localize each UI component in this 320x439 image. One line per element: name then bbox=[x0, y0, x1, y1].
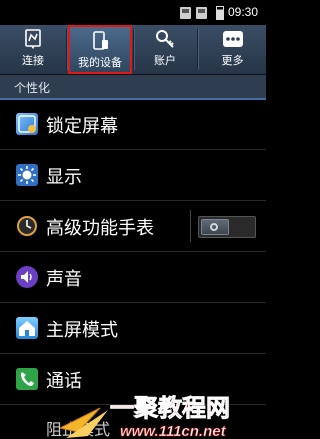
status-bar: 09:30 bbox=[0, 0, 266, 25]
smart-watch-toggle[interactable] bbox=[198, 216, 256, 238]
settings-screen: 09:30 连接 我的设备 账户 更多 个性化 锁定屏幕 显示 高级功能手表 声… bbox=[0, 0, 266, 439]
tab-connections-label: 连接 bbox=[22, 54, 44, 67]
list-item-label: 锁定屏幕 bbox=[46, 116, 118, 137]
tab-my-device[interactable]: 我的设备 bbox=[68, 25, 132, 74]
watermark-brand: 一聚教程网 bbox=[110, 394, 230, 422]
section-header: 个性化 bbox=[0, 75, 266, 98]
tab-accounts[interactable]: 账户 bbox=[134, 25, 196, 74]
tab-connections[interactable]: 连接 bbox=[0, 25, 66, 74]
toggle-divider bbox=[190, 210, 191, 242]
battery-icon bbox=[216, 6, 224, 20]
list-item-lock-screen[interactable]: 锁定屏幕 bbox=[0, 100, 266, 150]
settings-tab-bar: 连接 我的设备 账户 更多 bbox=[0, 25, 266, 75]
display-icon bbox=[16, 164, 38, 186]
status-time: 09:30 bbox=[228, 5, 259, 19]
tab-more[interactable]: 更多 bbox=[199, 25, 266, 74]
tab-accounts-label: 账户 bbox=[154, 54, 176, 67]
accounts-icon bbox=[154, 29, 176, 49]
connections-icon bbox=[22, 29, 44, 49]
site-watermark: 一聚教程网 www.111cn.net bbox=[58, 380, 266, 439]
list-item-sound[interactable]: 声音 bbox=[0, 253, 266, 303]
my-device-icon bbox=[89, 31, 111, 51]
section-title: 个性化 bbox=[14, 81, 51, 95]
home-screen-icon bbox=[16, 317, 38, 339]
call-icon bbox=[16, 368, 38, 390]
list-item-label: 主屏模式 bbox=[46, 320, 118, 341]
sim-card-2-icon bbox=[196, 7, 207, 19]
toggle-knob bbox=[201, 219, 229, 235]
list-item-smart-watch[interactable]: 高级功能手表 bbox=[0, 202, 266, 252]
list-item-label: 高级功能手表 bbox=[46, 218, 154, 239]
watch-icon bbox=[16, 215, 38, 237]
list-item-home-screen[interactable]: 主屏模式 bbox=[0, 304, 266, 354]
list-item-label: 声音 bbox=[46, 269, 82, 290]
more-icon bbox=[222, 29, 244, 49]
list-item-label: 显示 bbox=[46, 167, 82, 188]
watermark-url: www.111cn.net bbox=[120, 423, 227, 439]
sound-icon bbox=[16, 266, 38, 288]
tab-more-label: 更多 bbox=[221, 54, 244, 67]
tab-my-device-label: 我的设备 bbox=[78, 56, 122, 69]
lock-screen-icon bbox=[16, 113, 38, 135]
list-item-display[interactable]: 显示 bbox=[0, 151, 266, 201]
sim-card-icon bbox=[180, 7, 191, 19]
